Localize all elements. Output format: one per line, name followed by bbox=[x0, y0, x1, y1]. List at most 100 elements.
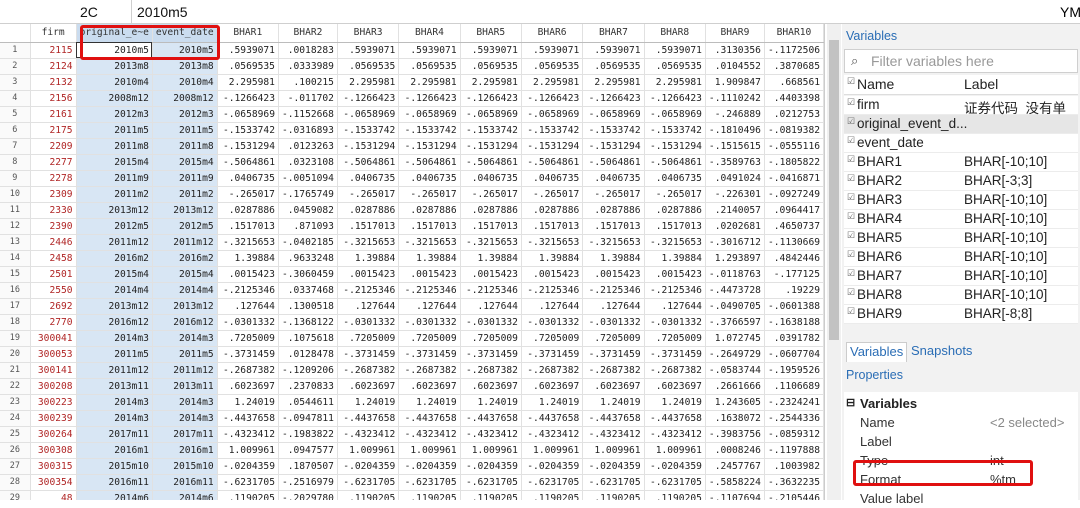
table-cell[interactable]: -.0204359 bbox=[217, 458, 279, 475]
table-cell[interactable]: 1.009961 bbox=[460, 442, 522, 459]
table-cell[interactable]: -.2125346 bbox=[521, 282, 584, 299]
variable-row[interactable]: ☑ BHAR1 BHAR[-10;10] bbox=[844, 153, 1078, 172]
table-cell[interactable]: -.246889 bbox=[705, 106, 765, 123]
table-cell[interactable]: .0406735 bbox=[460, 170, 522, 187]
table-cell[interactable]: 2010m5 bbox=[76, 42, 153, 59]
table-cell[interactable]: 2015m4 bbox=[76, 266, 153, 283]
property-value[interactable]: int bbox=[990, 453, 1004, 468]
table-cell[interactable]: 2016m2 bbox=[152, 250, 218, 267]
table-cell[interactable]: 2010m4 bbox=[152, 74, 218, 91]
filter-variables-field[interactable]: ⌕ Filter variables here bbox=[844, 49, 1078, 73]
table-cell[interactable]: -.3731459 bbox=[644, 346, 706, 363]
table-cell[interactable]: -.1266423 bbox=[217, 90, 279, 107]
table-cell[interactable]: 2016m11 bbox=[152, 474, 218, 491]
table-cell[interactable]: .0015423 bbox=[217, 266, 279, 283]
table-cell[interactable]: -.3983756 bbox=[705, 426, 765, 443]
table-cell[interactable]: -.2687382 bbox=[644, 362, 706, 379]
name-column-header[interactable]: Name bbox=[857, 76, 894, 92]
table-cell[interactable]: -.2125346 bbox=[337, 282, 400, 299]
table-cell[interactable]: 2161 bbox=[30, 106, 77, 123]
table-cell[interactable]: .1190205 bbox=[337, 490, 400, 500]
table-cell[interactable]: .0123263 bbox=[278, 138, 338, 155]
table-cell[interactable]: 2124 bbox=[30, 58, 77, 75]
table-cell[interactable]: 2014m3 bbox=[76, 394, 153, 411]
table-cell[interactable]: -.265017 bbox=[644, 186, 706, 203]
table-cell[interactable]: -.4437658 bbox=[398, 410, 461, 427]
table-cell[interactable]: 1.39884 bbox=[582, 250, 645, 267]
table-cell[interactable]: 2014m6 bbox=[76, 490, 153, 500]
table-cell[interactable]: -.5858224 bbox=[705, 474, 765, 491]
table-cell[interactable]: 2501 bbox=[30, 266, 77, 283]
variable-row[interactable]: ☑ BHAR4 BHAR[-10;10] bbox=[844, 210, 1078, 229]
table-cell[interactable]: -.0118763 bbox=[705, 266, 765, 283]
table-cell[interactable]: -.3215653 bbox=[398, 234, 461, 251]
table-cell[interactable]: 2309 bbox=[30, 186, 77, 203]
table-cell[interactable]: -.6231705 bbox=[217, 474, 279, 491]
table-cell[interactable]: -.1110242 bbox=[705, 90, 765, 107]
table-cell[interactable]: -.5064861 bbox=[398, 154, 461, 171]
table-cell[interactable]: 300141 bbox=[30, 362, 77, 379]
table-cell[interactable]: .1517013 bbox=[460, 218, 522, 235]
table-cell[interactable]: -.0051094 bbox=[278, 170, 338, 187]
table-cell[interactable]: 2390 bbox=[30, 218, 77, 235]
table-cell[interactable]: .0569535 bbox=[460, 58, 522, 75]
table-cell[interactable]: .1517013 bbox=[644, 218, 706, 235]
checkbox-icon[interactable]: ☑ bbox=[847, 268, 855, 279]
table-cell[interactable]: 2156 bbox=[30, 90, 77, 107]
table-cell[interactable]: 2011m2 bbox=[76, 186, 153, 203]
table-cell[interactable]: .0287886 bbox=[582, 202, 645, 219]
table-cell[interactable]: -.1531294 bbox=[582, 138, 645, 155]
table-cell[interactable]: -.0204359 bbox=[521, 458, 584, 475]
cell-value-field[interactable]: 2010m5 bbox=[137, 0, 1047, 24]
column-header[interactable]: BHAR10 bbox=[764, 24, 824, 43]
table-cell[interactable]: 2015m10 bbox=[76, 458, 153, 475]
table-cell[interactable]: .0323108 bbox=[278, 154, 338, 171]
checkbox-icon[interactable]: ☑ bbox=[847, 230, 855, 241]
table-cell[interactable]: -.0402185 bbox=[278, 234, 338, 251]
table-cell[interactable]: .4650737 bbox=[764, 218, 824, 235]
table-cell[interactable]: 2016m1 bbox=[152, 442, 218, 459]
table-cell[interactable]: -.0204359 bbox=[582, 458, 645, 475]
checkbox-icon[interactable]: ☑ bbox=[847, 249, 855, 260]
table-cell[interactable]: -.5064861 bbox=[521, 154, 584, 171]
table-cell[interactable]: .0406735 bbox=[398, 170, 461, 187]
table-cell[interactable]: 2008m12 bbox=[76, 90, 153, 107]
table-cell[interactable]: -.5064861 bbox=[337, 154, 400, 171]
table-cell[interactable]: -.4437658 bbox=[217, 410, 279, 427]
table-cell[interactable]: .0569535 bbox=[521, 58, 584, 75]
table-cell[interactable]: -.0658969 bbox=[337, 106, 400, 123]
table-cell[interactable]: 2013m12 bbox=[152, 202, 218, 219]
table-cell[interactable]: .2140057 bbox=[705, 202, 765, 219]
table-cell[interactable]: 2.295981 bbox=[644, 74, 706, 91]
table-cell[interactable]: .6023697 bbox=[644, 378, 706, 395]
table-cell[interactable]: .0018283 bbox=[278, 42, 338, 59]
table-cell[interactable]: -.3766597 bbox=[705, 314, 765, 331]
table-cell[interactable]: .0015423 bbox=[582, 266, 645, 283]
table-cell[interactable]: 2016m2 bbox=[76, 250, 153, 267]
table-cell[interactable]: -.0583744 bbox=[705, 362, 765, 379]
table-cell[interactable]: -.0301332 bbox=[521, 314, 584, 331]
table-cell[interactable]: 300223 bbox=[30, 394, 77, 411]
variable-row[interactable]: ☑ original_event_d... bbox=[844, 115, 1078, 134]
table-cell[interactable]: .3870685 bbox=[764, 58, 824, 75]
table-cell[interactable]: -.0859312 bbox=[764, 426, 824, 443]
table-cell[interactable]: -.0301332 bbox=[398, 314, 461, 331]
table-cell[interactable]: .0491024 bbox=[705, 170, 765, 187]
table-cell[interactable]: 2330 bbox=[30, 202, 77, 219]
table-cell[interactable]: .9633248 bbox=[278, 250, 338, 267]
table-cell[interactable]: .1638072 bbox=[705, 410, 765, 427]
table-cell[interactable]: 2.295981 bbox=[521, 74, 584, 91]
table-cell[interactable]: -.6231705 bbox=[398, 474, 461, 491]
table-cell[interactable]: -.0416871 bbox=[764, 170, 824, 187]
table-cell[interactable]: 2017m11 bbox=[152, 426, 218, 443]
table-cell[interactable]: 2015m4 bbox=[152, 154, 218, 171]
table-cell[interactable]: 2278 bbox=[30, 170, 77, 187]
table-cell[interactable]: -.0301332 bbox=[460, 314, 522, 331]
table-cell[interactable]: .7205009 bbox=[217, 330, 279, 347]
table-cell[interactable]: -.265017 bbox=[582, 186, 645, 203]
table-cell[interactable]: 2011m8 bbox=[152, 138, 218, 155]
column-header[interactable]: BHAR1 bbox=[217, 24, 279, 43]
table-cell[interactable]: 1.009961 bbox=[337, 442, 400, 459]
table-cell[interactable]: .0128478 bbox=[278, 346, 338, 363]
table-cell[interactable]: -.4323412 bbox=[217, 426, 279, 443]
